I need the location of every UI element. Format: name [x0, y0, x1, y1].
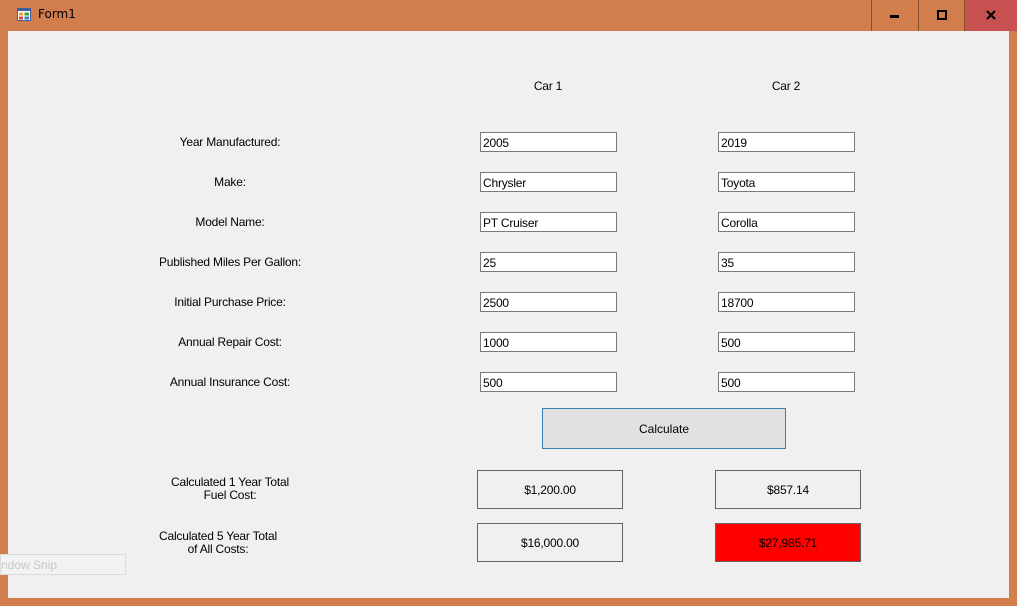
car2-price-input[interactable] — [718, 292, 855, 312]
car2-total-cost-result: $27,985.71 — [715, 523, 861, 562]
car1-make-input[interactable] — [480, 172, 617, 192]
car1-year-input[interactable] — [480, 132, 617, 152]
car1-total-cost-result: $16,000.00 — [477, 523, 623, 562]
car2-insurance-input[interactable] — [718, 372, 855, 392]
model-label: Model Name: — [195, 215, 265, 229]
total-cost-label-line2: of All Costs: — [187, 542, 249, 556]
minimize-button[interactable] — [871, 0, 917, 31]
car1-total-cost-value: $16,000.00 — [520, 535, 580, 550]
form-window: Form1 Car 1 Car 2 Year Manufactured: Mak… — [0, 0, 1017, 606]
repair-cost-label: Annual Repair Cost: — [178, 335, 282, 349]
car1-price-input[interactable] — [480, 292, 617, 312]
car2-make-input[interactable] — [718, 172, 855, 192]
close-button[interactable] — [964, 0, 1017, 31]
window-title: Form1 — [38, 7, 76, 21]
car2-total-cost-value: $27,985.71 — [758, 535, 818, 550]
car1-mpg-input[interactable] — [480, 252, 617, 272]
car1-fuel-cost-value: $1,200.00 — [524, 482, 576, 497]
car2-repair-input[interactable] — [718, 332, 855, 352]
car2-model-input[interactable] — [718, 212, 855, 232]
mpg-label: Published Miles Per Gallon: — [158, 255, 301, 269]
close-icon — [986, 7, 996, 25]
column-header-car2: Car 2 — [771, 79, 801, 93]
fuel-cost-label: Calculated 1 Year Total Fuel Cost: — [140, 476, 320, 502]
car1-insurance-input[interactable] — [480, 372, 617, 392]
car2-fuel-cost-value: $857.14 — [767, 482, 809, 497]
window-snip-text: ndow Snip — [1, 558, 58, 572]
form-app-icon[interactable] — [17, 8, 31, 21]
maximize-icon — [936, 7, 947, 25]
maximize-button[interactable] — [918, 0, 964, 31]
total-cost-label: Calculated 5 Year Total of All Costs: — [128, 530, 308, 556]
car2-fuel-cost-result: $857.14 — [715, 470, 861, 509]
car2-year-input[interactable] — [718, 132, 855, 152]
car1-model-input[interactable] — [480, 212, 617, 232]
form-client-area: Car 1 Car 2 Year Manufactured: Make: Mod… — [0, 31, 1009, 598]
car2-mpg-input[interactable] — [718, 252, 855, 272]
fuel-cost-label-line2: Fuel Cost: — [203, 488, 257, 502]
insurance-cost-label: Annual Insurance Cost: — [169, 375, 291, 389]
purchase-price-label: Initial Purchase Price: — [174, 295, 286, 309]
make-label: Make: — [214, 175, 246, 189]
car1-repair-input[interactable] — [480, 332, 617, 352]
car1-fuel-cost-result: $1,200.00 — [477, 470, 623, 509]
title-bar[interactable]: Form1 — [0, 0, 1017, 31]
calculate-button[interactable]: Calculate — [542, 408, 786, 449]
year-label: Year Manufactured: — [179, 135, 281, 149]
window-snip-overlay: ndow Snip — [0, 554, 126, 575]
minimize-icon — [889, 7, 900, 25]
calculate-button-label: Calculate — [638, 421, 690, 436]
column-header-car1: Car 1 — [533, 79, 563, 93]
